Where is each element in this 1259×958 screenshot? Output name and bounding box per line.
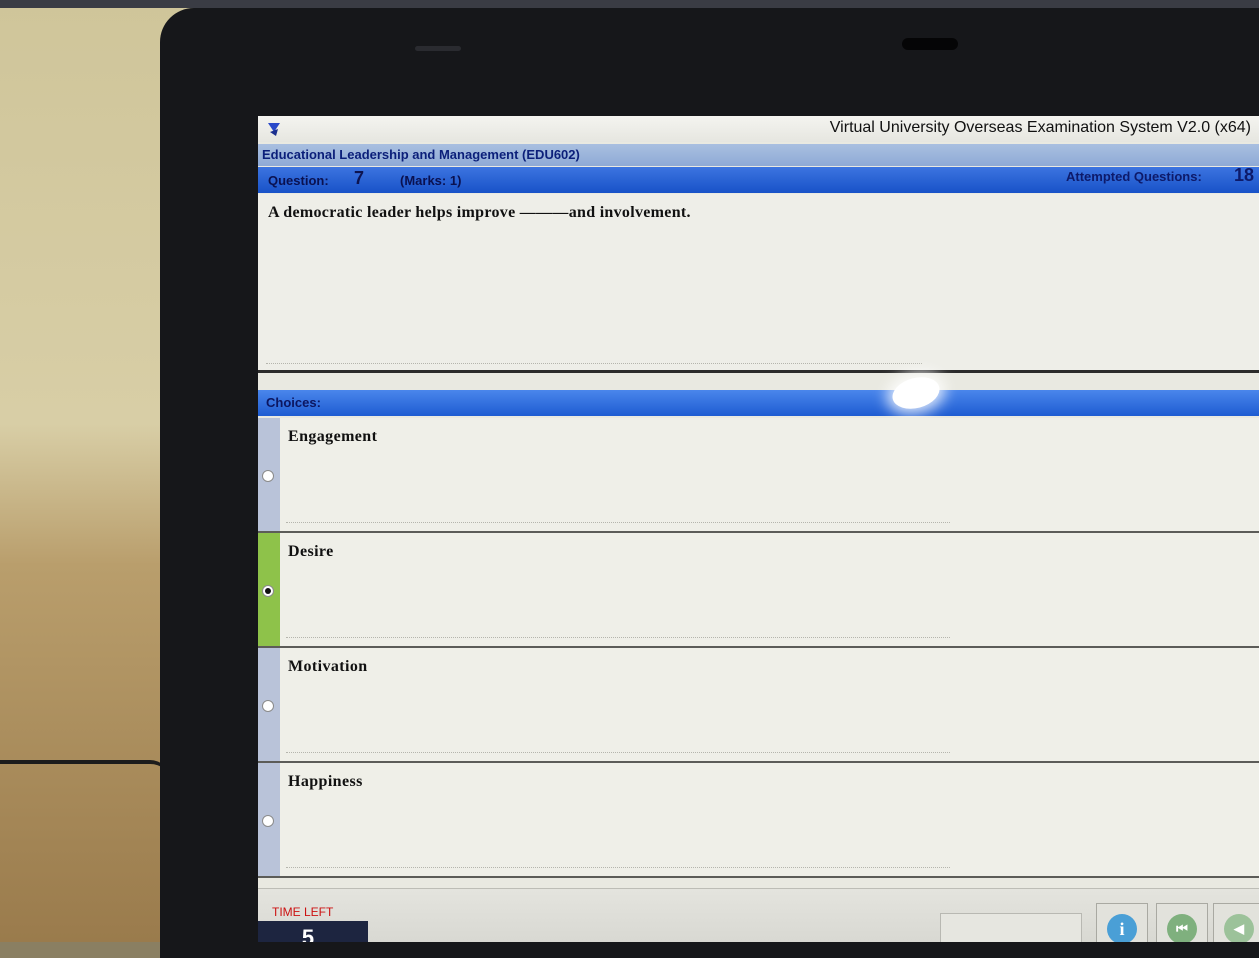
- choice-divider: [286, 752, 950, 753]
- time-left-label: TIME LEFT: [272, 905, 334, 919]
- webcam: [902, 38, 958, 50]
- choice-option-3[interactable]: Motivation: [258, 648, 1259, 763]
- attempted-questions-count: 18: [1234, 165, 1255, 185]
- question-divider: [266, 363, 922, 364]
- window-title: Virtual University Overseas Examination …: [829, 119, 1251, 136]
- question-panel: A democratic leader helps improve ———and…: [258, 194, 1259, 373]
- choices-header: Choices:: [258, 390, 1259, 416]
- choice-radio-3[interactable]: [262, 700, 274, 712]
- question-number: 7: [354, 168, 365, 188]
- choice-divider: [286, 522, 950, 523]
- background-cable: [0, 760, 170, 780]
- radio-dot: [265, 588, 271, 594]
- choice-option-2[interactable]: Desire: [258, 533, 1259, 648]
- skip-back-icon: ⏮: [1167, 914, 1197, 942]
- bezel-logo: [415, 46, 461, 51]
- choice-option-1[interactable]: Engagement: [258, 418, 1259, 533]
- question-label: Question:: [268, 173, 329, 188]
- choice-label-1: Engagement: [288, 428, 378, 445]
- background-strip: [0, 0, 1259, 8]
- question-text: A democratic leader helps improve ———and…: [268, 204, 691, 221]
- choice-option-4[interactable]: Happiness: [258, 763, 1259, 878]
- choice-label-3: Motivation: [288, 658, 368, 675]
- choice-label-2: Desire: [288, 543, 334, 560]
- title-bar: Virtual University Overseas Examination …: [258, 116, 1259, 142]
- question-marks: (Marks: 1): [400, 173, 462, 188]
- choice-divider: [286, 637, 950, 638]
- info-button[interactable]: i: [1096, 903, 1148, 942]
- attempted-questions-label: Attempted Questions:: [1066, 169, 1202, 184]
- info-icon: i: [1107, 914, 1137, 942]
- choice-radio-1[interactable]: [262, 470, 274, 482]
- footer-bar: TIME LEFT 5 i ⏮ ◀: [258, 888, 1259, 942]
- choice-radio-2[interactable]: [262, 585, 274, 597]
- first-question-button[interactable]: ⏮: [1156, 903, 1208, 942]
- choice-radio-4[interactable]: [262, 815, 274, 827]
- question-info-bar: Question: 7 (Marks: 1) Attempted Questio…: [258, 165, 1259, 193]
- previous-question-button[interactable]: ◀: [1213, 903, 1259, 942]
- save-button[interactable]: [940, 913, 1082, 942]
- time-left-value: 5: [258, 921, 368, 942]
- choice-divider: [286, 867, 950, 868]
- choice-label-4: Happiness: [288, 773, 363, 790]
- arrow-left-icon: ◀: [1224, 914, 1254, 942]
- course-title: Educational Leadership and Management (E…: [258, 144, 1259, 166]
- app-logo-icon: [266, 120, 284, 138]
- exam-window: Virtual University Overseas Examination …: [258, 116, 1259, 942]
